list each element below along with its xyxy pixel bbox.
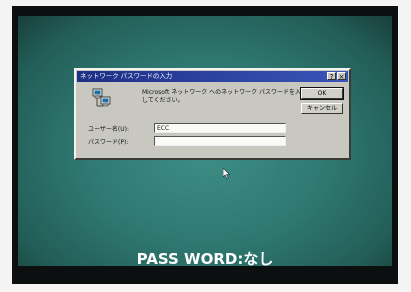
network-password-dialog: ネットワーク パスワードの入力 ? × Microsoft ネットワーク へのネ…	[74, 68, 351, 160]
dialog-titlebar[interactable]: ネットワーク パスワードの入力 ? ×	[77, 71, 348, 82]
dialog-title: ネットワーク パスワードの入力	[80, 72, 173, 80]
caption: PASS WORD:なし	[136, 250, 274, 266]
username-input[interactable]: ECC	[154, 123, 286, 133]
password-input[interactable]	[154, 136, 286, 146]
network-computers-icon	[92, 88, 111, 107]
dialog-message: Microsoft ネットワーク へのネットワーク パスワードを入力してください…	[142, 89, 308, 104]
username-label: ユーザー名(U):	[88, 126, 129, 133]
cancel-button[interactable]: キャンセル	[301, 103, 343, 114]
ok-button[interactable]: OK	[300, 87, 344, 100]
mouse-pointer-icon	[223, 168, 231, 179]
desktop: ネットワーク パスワードの入力 ? × Microsoft ネットワーク へのネ…	[18, 16, 392, 266]
password-label: パスワード(P):	[88, 139, 129, 146]
photo-frame: ネットワーク パスワードの入力 ? × Microsoft ネットワーク へのネ…	[12, 6, 398, 284]
help-button[interactable]: ?	[327, 72, 336, 81]
close-button[interactable]: ×	[337, 72, 346, 81]
